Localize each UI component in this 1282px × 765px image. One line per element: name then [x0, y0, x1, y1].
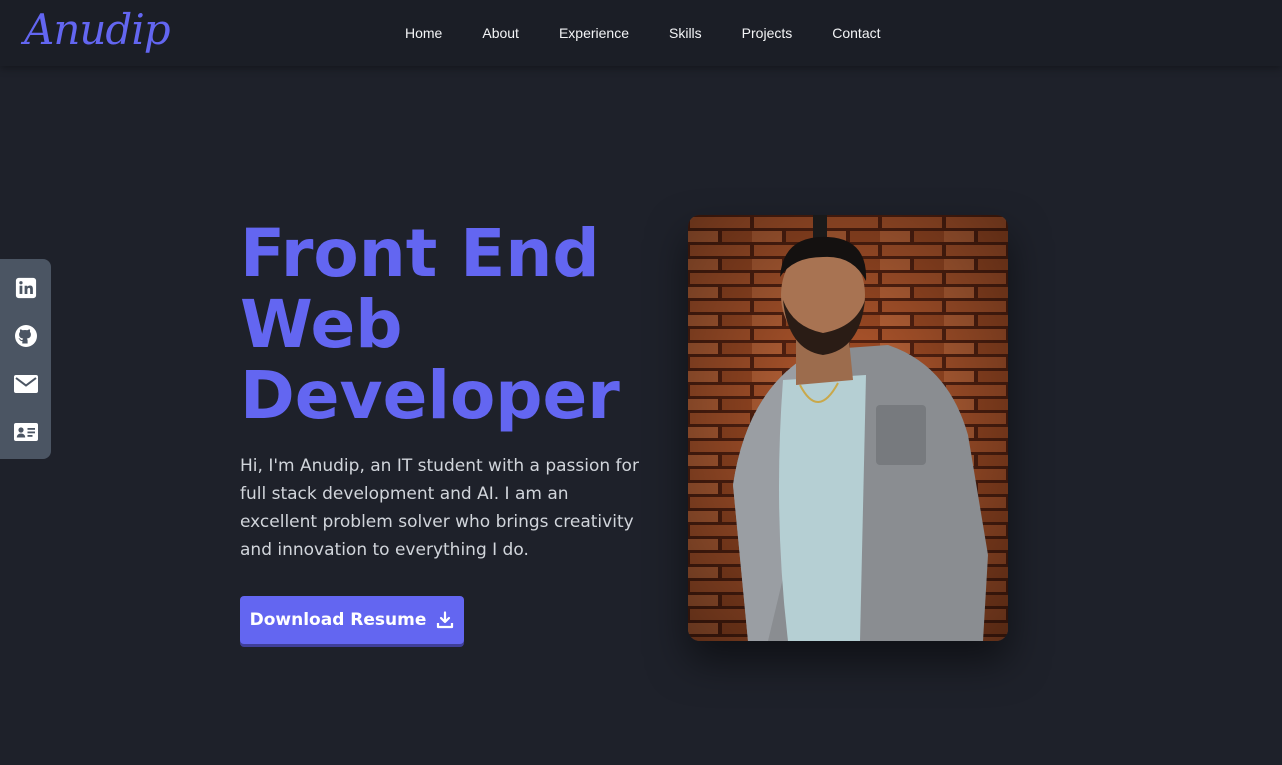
linkedin-icon[interactable] — [13, 275, 39, 301]
email-icon[interactable] — [13, 371, 39, 397]
nav-menu: Home About Experience Skills Projects Co… — [405, 0, 881, 66]
nav-item-contact[interactable]: Contact — [832, 25, 880, 41]
nav-item-skills[interactable]: Skills — [669, 25, 702, 41]
hero-title-line: Front End — [240, 215, 600, 292]
navbar: Anudip Home About Experience Skills Proj… — [0, 0, 1282, 66]
social-sidebar — [0, 259, 51, 459]
github-icon[interactable] — [13, 323, 39, 349]
download-icon — [436, 611, 454, 629]
hero-description: Hi, I'm Anudip, an IT student with a pas… — [240, 456, 639, 560]
nav-item-projects[interactable]: Projects — [742, 25, 793, 41]
contact-card-icon[interactable] — [13, 419, 39, 445]
hero-title-line: Web — [240, 286, 403, 363]
profile-photo — [688, 215, 1008, 641]
download-resume-button[interactable]: Download Resume — [240, 596, 464, 644]
nav-item-about[interactable]: About — [482, 25, 519, 41]
brand-logo[interactable]: Anudip — [24, 4, 171, 56]
nav-item-home[interactable]: Home — [405, 25, 442, 41]
hero-title-line: Developer — [240, 357, 620, 434]
download-resume-label: Download Resume — [249, 610, 427, 630]
hero-title: Front End Web Developer — [240, 218, 660, 431]
nav-item-experience[interactable]: Experience — [559, 25, 629, 41]
